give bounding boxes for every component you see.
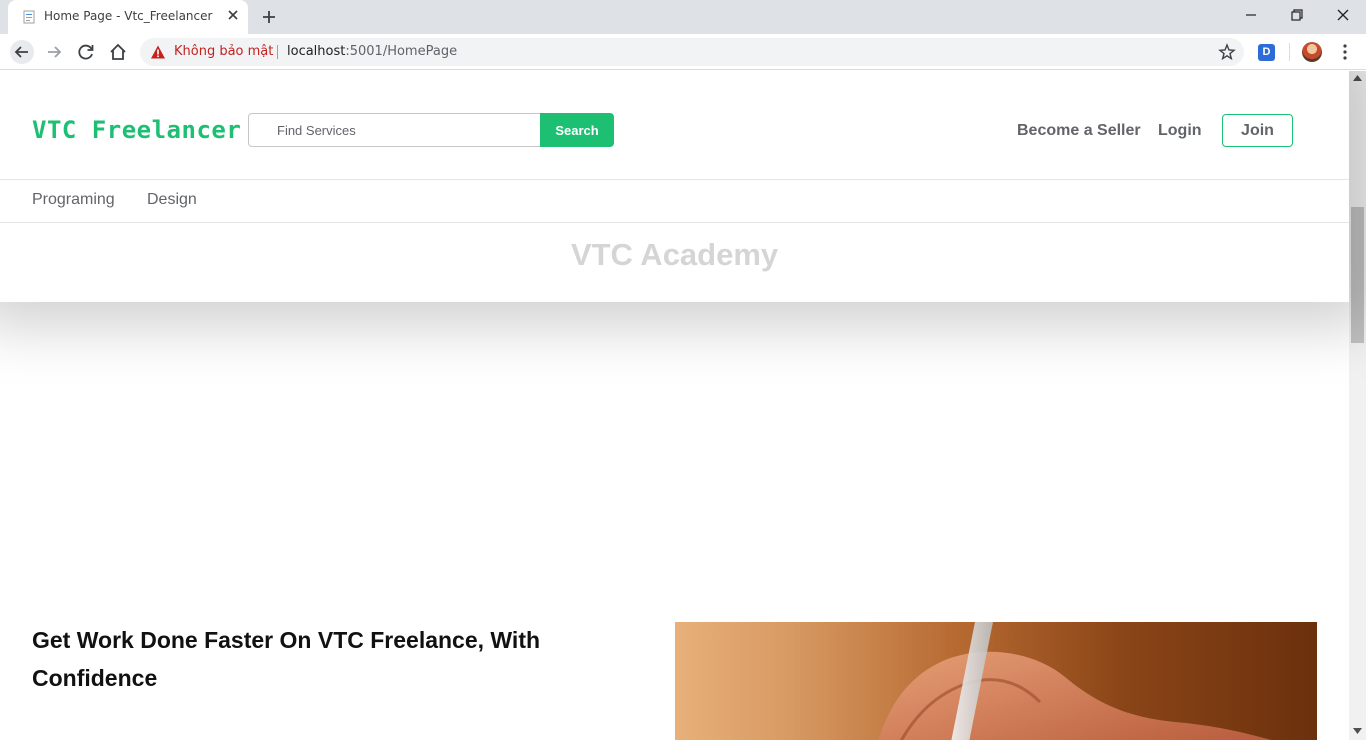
scroll-down-arrow-icon[interactable] (1353, 728, 1362, 734)
close-window-icon[interactable] (1335, 7, 1351, 23)
search-button[interactable]: Search (540, 113, 614, 147)
brand-banner: VTC Academy (570, 237, 779, 272)
browser-toolbar: Không bảo mật localhost:5001/HomePage D (0, 34, 1366, 70)
login-link[interactable]: Login (1158, 122, 1202, 140)
join-button[interactable]: Join (1222, 114, 1293, 147)
category-nav: Programing Design (0, 179, 1349, 223)
minimize-icon[interactable] (1243, 7, 1259, 23)
search-bar: Search (248, 113, 614, 147)
page: VTC Freelancer Search Become a Seller Lo… (0, 71, 1349, 740)
site-logo[interactable]: VTC Freelancer (32, 116, 241, 144)
url-text[interactable]: localhost:5001/HomePage (287, 44, 457, 59)
extension-d-icon[interactable]: D (1258, 44, 1275, 61)
page-viewport: VTC Freelancer Search Become a Seller Lo… (0, 71, 1366, 740)
page-scrollbar[interactable] (1349, 71, 1366, 740)
tab-title: Home Page - Vtc_Freelancer (44, 9, 213, 23)
page-favicon-icon (23, 10, 35, 24)
scroll-up-arrow-icon[interactable] (1353, 75, 1362, 81)
hero-title: Get Work Done Faster On VTC Freelance, W… (32, 627, 541, 691)
back-icon[interactable] (10, 40, 34, 64)
hand-writing-image (878, 622, 1272, 740)
home-icon[interactable] (106, 40, 130, 64)
browser-tab-bar: Home Page - Vtc_Freelancer (0, 0, 1366, 34)
restore-icon[interactable] (1289, 7, 1305, 23)
url-host: localhost (287, 44, 346, 59)
url-path: :5001/HomePage (345, 44, 458, 59)
forward-icon[interactable] (42, 40, 66, 64)
category-design[interactable]: Design (147, 191, 197, 209)
site-header: VTC Freelancer Search Become a Seller Lo… (0, 71, 1349, 302)
address-separator (277, 45, 278, 59)
search-input[interactable] (248, 113, 541, 147)
profile-avatar[interactable] (1302, 42, 1322, 62)
scroll-thumb[interactable] (1351, 207, 1364, 343)
become-seller-link[interactable]: Become a Seller (1017, 122, 1141, 140)
address-bar[interactable]: Không bảo mật localhost:5001/HomePage (140, 38, 1244, 66)
security-status-text[interactable]: Không bảo mật (174, 44, 273, 59)
category-programing[interactable]: Programing (32, 191, 115, 209)
browser-tab[interactable]: Home Page - Vtc_Freelancer (8, 0, 248, 34)
toolbar-separator (1289, 43, 1290, 61)
close-tab-icon[interactable] (226, 8, 240, 22)
new-tab-icon[interactable] (260, 8, 278, 26)
hero-image (675, 622, 1317, 740)
bookmark-star-icon[interactable] (1218, 43, 1236, 61)
browser-menu-icon[interactable] (1337, 43, 1353, 61)
reload-icon[interactable] (74, 40, 98, 64)
warning-icon[interactable] (150, 44, 166, 60)
